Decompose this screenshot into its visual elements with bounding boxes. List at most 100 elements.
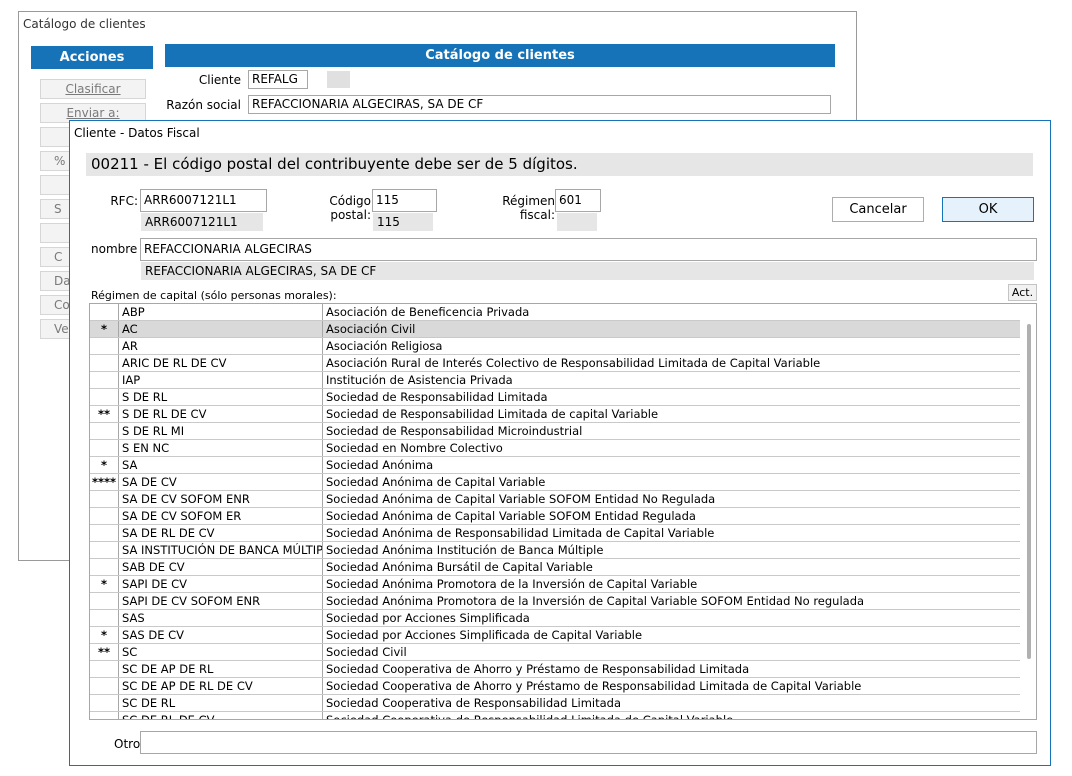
side-button-0[interactable]: Clasificar (40, 79, 146, 99)
row-mark (90, 678, 119, 694)
table-row[interactable]: SAPI DE CV SOFOM ENR Sociedad Anónima Pro… (90, 593, 1020, 610)
row-description: Asociación de Beneficencia Privada (326, 305, 530, 319)
table-row[interactable]: S EN NC Sociedad en Nombre Colectivo (90, 440, 1020, 457)
row-mark: ** (90, 406, 119, 422)
row-code: ABP (119, 304, 323, 320)
codigo-postal-echo: 115 (373, 213, 433, 231)
table-row[interactable]: SAB DE CV Sociedad Anónima Bursátil de Ca… (90, 559, 1020, 576)
row-code: SC DE RL DE CV (119, 712, 323, 719)
row-mark (90, 542, 119, 558)
row-description: Sociedad Anónima (326, 458, 434, 472)
nombre-echo: REFACCIONARIA ALGECIRAS, SA DE CF (141, 262, 1034, 280)
row-code: AR (119, 338, 323, 354)
table-row[interactable]: SC DE RL Sociedad Cooperativa de Responsa… (90, 695, 1020, 712)
regimen-fiscal-input[interactable]: 601 (555, 189, 601, 212)
table-row[interactable]: * AC Asociación Civil (90, 321, 1020, 338)
table-row[interactable]: AR Asociación Religiosa (90, 338, 1020, 355)
ok-button[interactable]: OK (942, 197, 1034, 222)
table-row[interactable]: ** SC Sociedad Civil (90, 644, 1020, 661)
row-mark: **** (90, 474, 119, 490)
row-code: SAPI DE CV (119, 576, 323, 592)
row-code: SA (119, 457, 323, 473)
row-code: IAP (119, 372, 323, 388)
row-code: SC DE AP DE RL (119, 661, 323, 677)
table-row[interactable]: **** SA DE CV Sociedad Anónima de Capital … (90, 474, 1020, 491)
row-mark (90, 338, 119, 354)
row-mark: * (90, 576, 119, 592)
act-button[interactable]: Act. (1008, 284, 1037, 301)
table-row[interactable]: S DE RL MI Sociedad de Responsabilidad Mi… (90, 423, 1020, 440)
table-row[interactable]: SA DE CV SOFOM ER Sociedad Anónima de Cap… (90, 508, 1020, 525)
row-mark (90, 389, 119, 405)
table-row[interactable]: IAP Institución de Asistencia Privada (90, 372, 1020, 389)
row-code: SAS DE CV (119, 627, 323, 643)
regimen-fiscal-echo (557, 213, 597, 231)
row-mark (90, 593, 119, 609)
acciones-header: Acciones (31, 46, 153, 69)
row-mark (90, 661, 119, 677)
error-message: 00211 - El código postal del contribuyen… (86, 153, 1033, 176)
row-code: SA DE CV SOFOM ER (119, 508, 323, 524)
scrollbar-thumb[interactable] (1027, 324, 1031, 659)
row-description: Sociedad por Acciones Simplificada de Ca… (326, 628, 643, 642)
cliente-field[interactable]: REFALG (248, 70, 308, 89)
codigo-postal-input[interactable]: 115 (372, 189, 437, 212)
row-mark (90, 610, 119, 626)
table-row[interactable]: SA DE CV SOFOM ENR Sociedad Anónima de Ca… (90, 491, 1020, 508)
table-row[interactable]: SA DE RL DE CV Sociedad Anónima de Respon… (90, 525, 1020, 542)
row-description: Sociedad Anónima de Capital Variable SOF… (326, 509, 696, 523)
row-code: SC DE RL (119, 695, 323, 711)
row-code: S DE RL MI (119, 423, 323, 439)
table-row[interactable]: SC DE RL DE CV Sociedad Cooperativa de Re… (90, 712, 1020, 720)
row-description: Sociedad Cooperativa de Ahorro y Préstam… (326, 679, 862, 693)
row-description: Sociedad de Responsabilidad Microindustr… (326, 424, 583, 438)
rfc-input[interactable]: ARR6007121L1 (140, 189, 267, 212)
row-description: Sociedad Cooperativa de Responsabilidad … (326, 713, 734, 720)
row-mark (90, 525, 119, 541)
table-row[interactable]: SAS Sociedad por Acciones Simplificada (90, 610, 1020, 627)
cliente-lookup-button[interactable] (327, 71, 350, 88)
table-row[interactable]: * SAS DE CV Sociedad por Acciones Simplifi… (90, 627, 1020, 644)
row-description: Sociedad Anónima de Responsabilidad Limi… (326, 526, 715, 540)
table-row[interactable]: SC DE AP DE RL DE CV Sociedad Cooperativa… (90, 678, 1020, 695)
razon-social-field[interactable]: REFACCIONARIA ALGECIRAS, SA DE CF (248, 95, 831, 114)
regimen-fiscal-label: Régimen fiscal: (502, 194, 555, 222)
dialog-title: Cliente - Datos Fiscal (74, 126, 200, 140)
nombre-input[interactable]: REFACCIONARIA ALGECIRAS (140, 238, 1037, 261)
regimen-capital-label: Régimen de capital (sólo personas morale… (91, 289, 337, 302)
row-description: Sociedad Anónima Promotora de la Inversi… (326, 594, 865, 608)
table-row[interactable]: ARIC DE RL DE CV Asociación Rural de Inte… (90, 355, 1020, 372)
row-mark (90, 491, 119, 507)
row-mark (90, 423, 119, 439)
row-code: SAPI DE CV SOFOM ENR (119, 593, 323, 609)
row-mark (90, 695, 119, 711)
row-mark (90, 304, 119, 320)
row-code: SC DE AP DE RL DE CV (119, 678, 323, 694)
table-row[interactable]: ** S DE RL DE CV Sociedad de Responsabilid… (90, 406, 1020, 423)
table-row[interactable]: * SAPI DE CV Sociedad Anónima Promotora de… (90, 576, 1020, 593)
row-description: Sociedad Anónima de Capital Variable SOF… (326, 492, 716, 506)
row-description: Asociación Rural de Interés Colectivo de… (326, 356, 821, 370)
row-description: Sociedad Anónima de Capital Variable (326, 475, 546, 489)
table-row[interactable]: * SA Sociedad Anónima (90, 457, 1020, 474)
cancel-button[interactable]: Cancelar (832, 197, 924, 222)
row-code: SAS (119, 610, 323, 626)
window-title: Catálogo de clientes (23, 17, 146, 31)
row-mark: * (90, 321, 119, 337)
row-code: S DE RL DE CV (119, 406, 323, 422)
row-code: AC (119, 321, 323, 337)
table-row[interactable]: ABP Asociación de Beneficencia Privada (90, 304, 1020, 321)
row-description: Asociación Religiosa (326, 339, 443, 353)
table-row[interactable]: SC DE AP DE RL Sociedad Cooperativa de Ah… (90, 661, 1020, 678)
table-row[interactable]: SA INSTITUCIÓN DE BANCA MÚLTIPLE Sociedad… (90, 542, 1020, 559)
row-mark (90, 355, 119, 371)
otro-input[interactable] (140, 731, 1037, 754)
row-description: Sociedad Cooperativa de Ahorro y Préstam… (326, 662, 750, 676)
row-mark (90, 559, 119, 575)
table-row[interactable]: S DE RL Sociedad de Responsabilidad Limit… (90, 389, 1020, 406)
catalogo-header: Catálogo de clientes (165, 44, 835, 67)
row-code: S EN NC (119, 440, 323, 456)
regimen-capital-table: ABP Asociación de Beneficencia Privada * AC… (89, 303, 1037, 720)
row-mark (90, 712, 119, 719)
row-code: SA DE CV (119, 474, 323, 490)
